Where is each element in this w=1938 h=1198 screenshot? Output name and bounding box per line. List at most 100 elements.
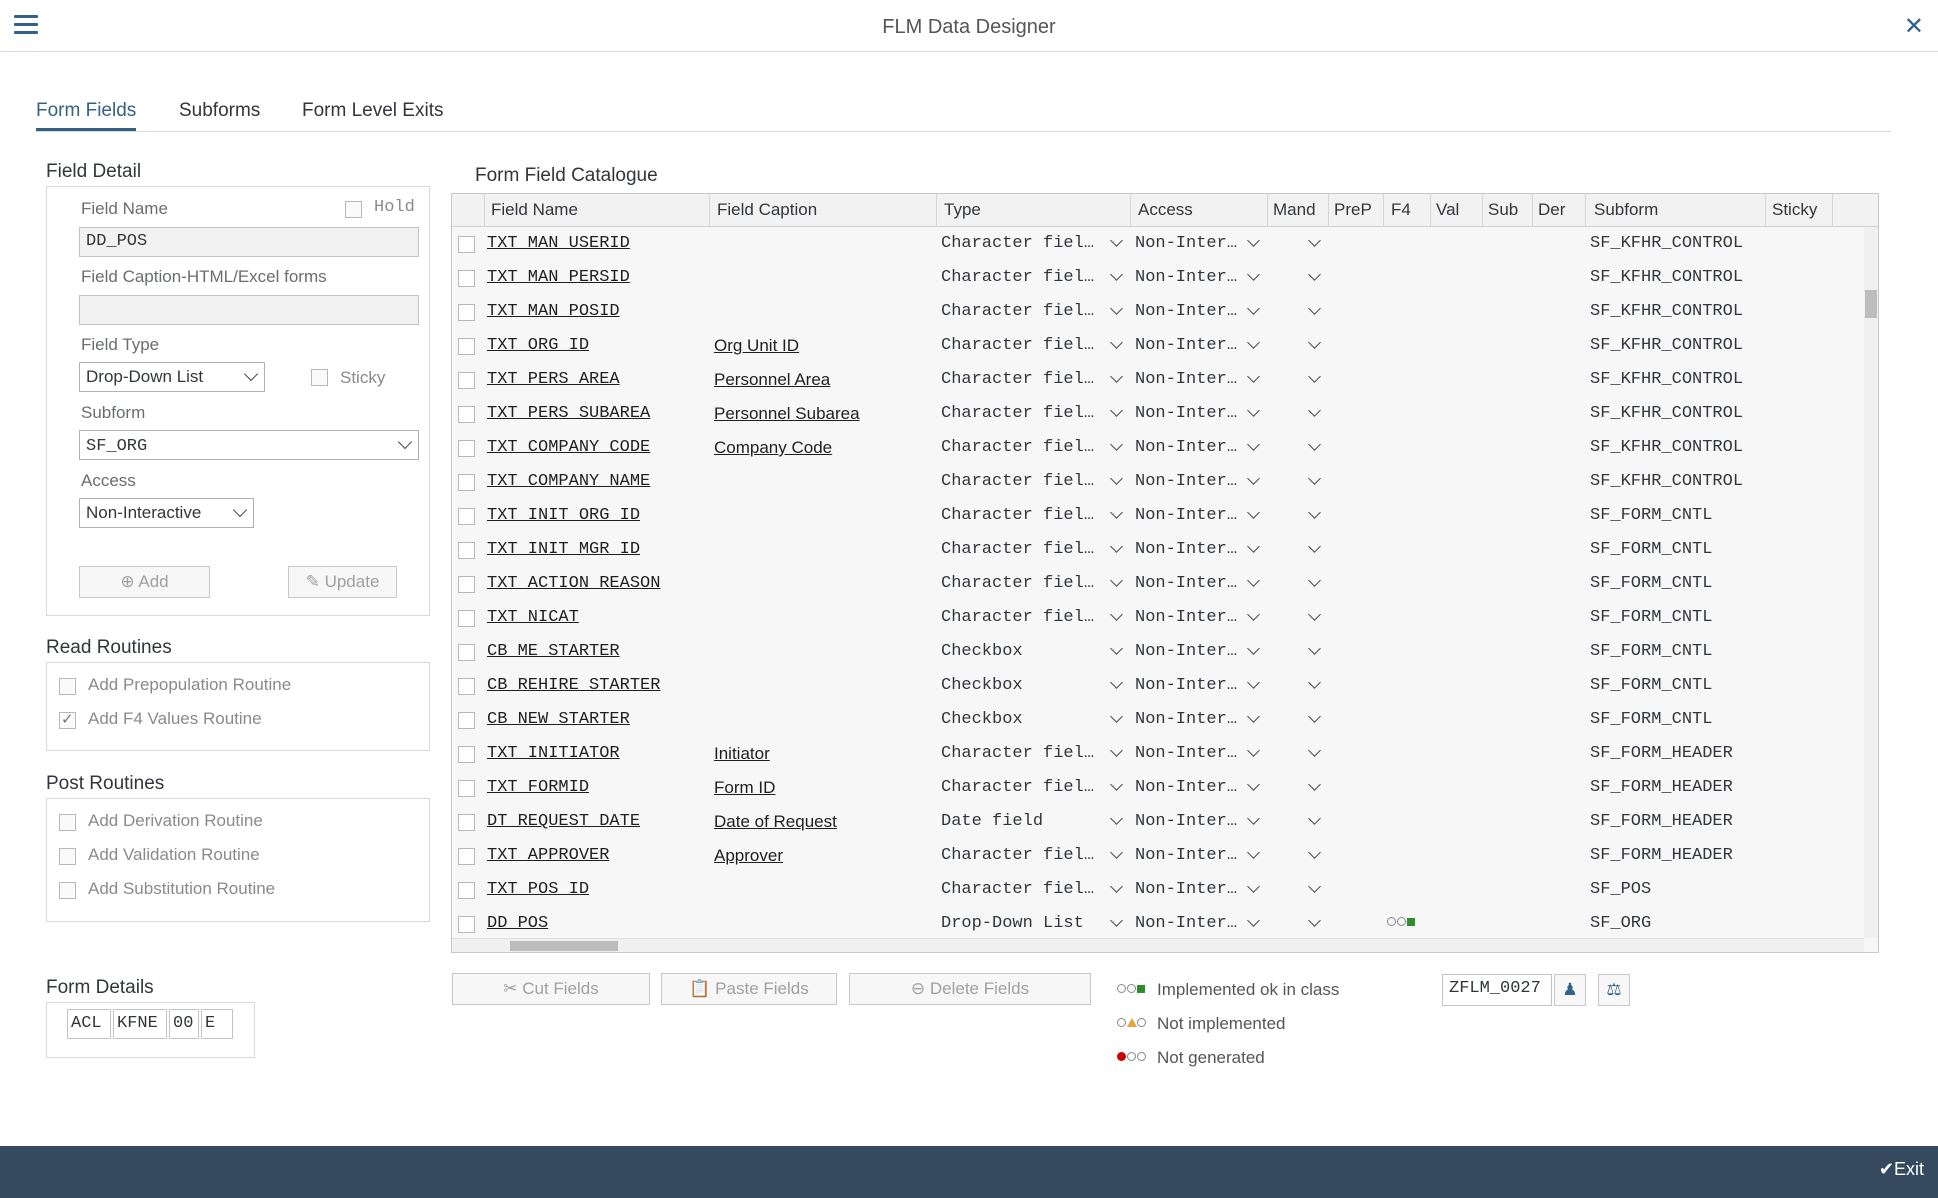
row-select-checkbox[interactable] xyxy=(458,372,475,389)
field-name-cell[interactable]: TXT_MAN_POSID xyxy=(487,302,705,321)
column-header-sticky[interactable]: Sticky xyxy=(1772,200,1817,220)
access-dropdown-icon[interactable] xyxy=(1247,404,1260,417)
access-dropdown-icon[interactable] xyxy=(1247,268,1260,281)
row-select-checkbox[interactable] xyxy=(458,780,475,797)
cut-fields-button[interactable]: ✂ Cut Fields xyxy=(452,973,650,1005)
access-cell[interactable]: Non-Inter… xyxy=(1135,608,1247,627)
mand-dropdown-icon[interactable] xyxy=(1308,574,1321,587)
type-dropdown-icon[interactable] xyxy=(1110,506,1123,519)
row-select-checkbox[interactable] xyxy=(458,508,475,525)
table-row[interactable]: TXT_POS_ID Character fiel… Non-Inter… SF_PO… xyxy=(452,873,1864,907)
table-row[interactable]: TXT_MAN_USERID Character fiel… Non-Inter… S… xyxy=(452,227,1864,261)
access-dropdown-icon[interactable] xyxy=(1247,778,1260,791)
row-select-checkbox[interactable] xyxy=(458,474,475,491)
row-select-checkbox[interactable] xyxy=(458,916,475,933)
access-cell[interactable]: Non-Inter… xyxy=(1135,880,1247,899)
column-header-field-caption[interactable]: Field Caption xyxy=(717,200,817,220)
row-select-checkbox[interactable] xyxy=(458,440,475,457)
access-dropdown-icon[interactable] xyxy=(1247,744,1260,757)
type-cell[interactable]: Character fiel… xyxy=(941,574,1101,593)
type-cell[interactable]: Character fiel… xyxy=(941,506,1101,525)
table-row[interactable]: TXT_INIT_MGR_ID Character fiel… Non-Inter…… xyxy=(452,533,1864,567)
table-row[interactable]: TXT_PERS_SUBAREA Personnel Subarea Charact… xyxy=(452,397,1864,431)
field-name-input[interactable]: DD_POS xyxy=(79,227,419,257)
mand-dropdown-icon[interactable] xyxy=(1308,914,1321,927)
row-select-checkbox[interactable] xyxy=(458,882,475,899)
table-row[interactable]: CB_REHIRE_STARTER Checkbox Non-Inter… SF_FO… xyxy=(452,669,1864,703)
access-cell[interactable]: Non-Inter… xyxy=(1135,336,1247,355)
mand-dropdown-icon[interactable] xyxy=(1308,302,1321,315)
field-type-select[interactable]: Drop-Down List xyxy=(79,362,265,392)
caption-input[interactable] xyxy=(79,295,419,325)
access-dropdown-icon[interactable] xyxy=(1247,608,1260,621)
field-caption-cell[interactable]: Date of Request xyxy=(714,812,932,832)
type-dropdown-icon[interactable] xyxy=(1110,404,1123,417)
table-row[interactable]: TXT_INITIATOR Initiator Character fiel… Non… xyxy=(452,737,1864,771)
row-select-checkbox[interactable] xyxy=(458,406,475,423)
type-cell[interactable]: Checkbox xyxy=(941,710,1101,729)
access-dropdown-icon[interactable] xyxy=(1247,540,1260,553)
access-dropdown-icon[interactable] xyxy=(1247,472,1260,485)
access-cell[interactable]: Non-Inter… xyxy=(1135,540,1247,559)
field-name-cell[interactable]: TXT_MAN_USERID xyxy=(487,234,705,253)
mand-dropdown-icon[interactable] xyxy=(1308,540,1321,553)
row-select-checkbox[interactable] xyxy=(458,678,475,695)
type-dropdown-icon[interactable] xyxy=(1110,472,1123,485)
access-select[interactable]: Non-Interactive xyxy=(79,498,254,528)
field-name-cell[interactable]: TXT_ORG_ID xyxy=(487,336,705,355)
row-select-checkbox[interactable] xyxy=(458,746,475,763)
table-row[interactable]: TXT_MAN_POSID Character fiel… Non-Inter… SF… xyxy=(452,295,1864,329)
tab-form-level-exits[interactable]: Form Level Exits xyxy=(302,100,443,128)
validation-checkbox[interactable] xyxy=(59,848,76,865)
access-dropdown-icon[interactable] xyxy=(1247,812,1260,825)
form-type-field[interactable]: KFNE xyxy=(113,1009,167,1039)
mand-dropdown-icon[interactable] xyxy=(1308,778,1321,791)
field-caption-cell[interactable]: Org Unit ID xyxy=(714,336,932,356)
field-name-cell[interactable]: TXT_PERS_AREA xyxy=(487,370,705,389)
type-dropdown-icon[interactable] xyxy=(1110,744,1123,757)
type-cell[interactable]: Character fiel… xyxy=(941,336,1101,355)
access-dropdown-icon[interactable] xyxy=(1247,438,1260,451)
type-dropdown-icon[interactable] xyxy=(1110,234,1123,247)
scroll-thumb[interactable] xyxy=(1865,290,1877,318)
column-header-mand[interactable]: Mand xyxy=(1273,200,1316,220)
mand-dropdown-icon[interactable] xyxy=(1308,234,1321,247)
form-version-field[interactable]: 00 xyxy=(169,1009,199,1039)
column-header-type[interactable]: Type xyxy=(944,200,981,220)
access-dropdown-icon[interactable] xyxy=(1247,506,1260,519)
user-icon[interactable]: ♟ xyxy=(1554,974,1586,1006)
access-cell[interactable]: Non-Inter… xyxy=(1135,710,1247,729)
column-header-field-name[interactable]: Field Name xyxy=(491,200,578,220)
prepopulation-checkbox[interactable] xyxy=(59,678,76,695)
access-dropdown-icon[interactable] xyxy=(1247,336,1260,349)
table-row[interactable]: TXT_APPROVER Approver Character fiel… Non-I… xyxy=(452,839,1864,873)
type-cell[interactable]: Character fiel… xyxy=(941,302,1101,321)
f4-values-checkbox[interactable] xyxy=(59,710,76,729)
type-cell[interactable]: Character fiel… xyxy=(941,404,1101,423)
type-dropdown-icon[interactable] xyxy=(1110,302,1123,315)
field-caption-cell[interactable]: Approver xyxy=(714,846,932,866)
tab-form-fields[interactable]: Form Fields xyxy=(36,100,137,131)
access-cell[interactable]: Non-Inter… xyxy=(1135,846,1247,865)
access-cell[interactable]: Non-Inter… xyxy=(1135,268,1247,287)
type-dropdown-icon[interactable] xyxy=(1110,880,1123,893)
table-row[interactable]: CB_NEW_STARTER Checkbox Non-Inter… SF_FORM_… xyxy=(452,703,1864,737)
column-header-val[interactable]: Val xyxy=(1436,200,1459,220)
access-cell[interactable]: Non-Inter… xyxy=(1135,574,1247,593)
access-dropdown-icon[interactable] xyxy=(1247,302,1260,315)
type-dropdown-icon[interactable] xyxy=(1110,642,1123,655)
mand-dropdown-icon[interactable] xyxy=(1308,642,1321,655)
type-cell[interactable]: Character fiel… xyxy=(941,370,1101,389)
field-name-cell[interactable]: TXT_APPROVER xyxy=(487,846,705,865)
field-name-cell[interactable]: TXT_INIT_ORG_ID xyxy=(487,506,705,525)
access-cell[interactable]: Non-Inter… xyxy=(1135,234,1247,253)
access-cell[interactable]: Non-Inter… xyxy=(1135,778,1247,797)
type-dropdown-icon[interactable] xyxy=(1110,574,1123,587)
row-select-checkbox[interactable] xyxy=(458,644,475,661)
access-dropdown-icon[interactable] xyxy=(1247,880,1260,893)
update-button[interactable]: ✎ Update xyxy=(288,566,397,598)
row-select-checkbox[interactable] xyxy=(458,542,475,559)
mand-dropdown-icon[interactable] xyxy=(1308,404,1321,417)
subform-select[interactable]: SF_ORG xyxy=(79,430,419,460)
field-name-cell[interactable]: DD_POS xyxy=(487,914,705,933)
